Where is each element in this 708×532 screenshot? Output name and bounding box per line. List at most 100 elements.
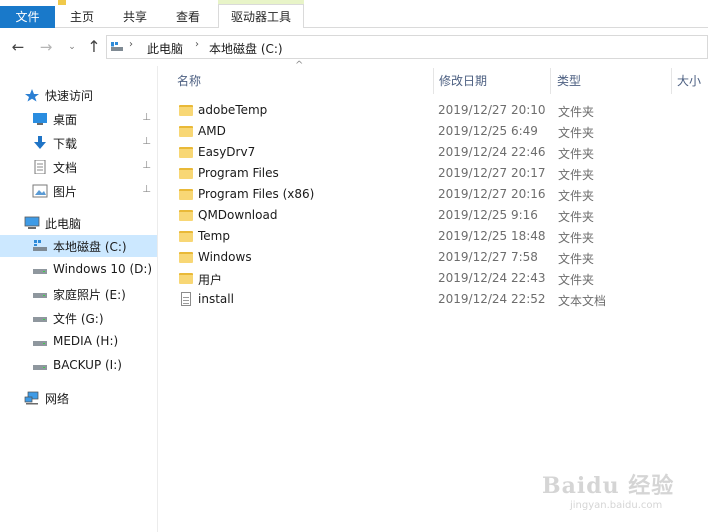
folder-icon <box>179 208 193 222</box>
file-row[interactable]: Temp 2019/12/25 18:48 文件夹 <box>175 226 708 247</box>
column-header-type[interactable]: 类型 <box>539 68 664 94</box>
sidebar-item-label: 图片 <box>53 185 78 199</box>
sidebar-item-label: MEDIA (H:) <box>53 334 119 348</box>
breadcrumb-separator[interactable]: › <box>129 39 133 50</box>
tab-drive-tools[interactable]: 驱动器工具 <box>218 4 304 28</box>
sidebar-item-pictures[interactable]: 图片 ⊥ <box>0 180 157 202</box>
tab-home[interactable]: 主页 <box>56 6 108 28</box>
sidebar-item-this-pc[interactable]: 此电脑 <box>0 212 157 234</box>
file-modified-date: 2019/12/25 9:16 <box>438 208 538 222</box>
file-modified-date: 2019/12/24 22:52 <box>438 292 546 306</box>
sidebar-item-drive-e[interactable]: 家庭照片 (E:) <box>0 283 157 305</box>
up-button[interactable]: ↑ <box>84 37 104 57</box>
drive-icon <box>33 365 47 370</box>
file-type: 文件夹 <box>558 273 595 287</box>
sidebar-item-label: 桌面 <box>53 113 78 127</box>
recent-locations-button[interactable]: ⌄ <box>62 37 82 57</box>
column-header-modified[interactable]: 修改日期 <box>421 68 551 94</box>
address-bar[interactable]: › 此电脑 › 本地磁盘 (C:) <box>106 35 708 59</box>
column-header-name[interactable]: 名称 <box>159 68 434 94</box>
breadcrumb-separator[interactable]: › <box>195 39 199 50</box>
pin-icon[interactable]: ⊥ <box>142 112 151 123</box>
sidebar-item-network[interactable]: 网络 <box>0 387 157 409</box>
pin-icon[interactable]: ⊥ <box>142 160 151 171</box>
sidebar-item-drive-h[interactable]: MEDIA (H:) <box>0 331 157 353</box>
file-name: adobeTemp <box>198 103 268 117</box>
file-name: 用户 <box>198 273 223 287</box>
sidebar-item-label: 网络 <box>45 392 70 406</box>
forward-button[interactable]: → <box>36 37 56 57</box>
sidebar-item-drive-i[interactable]: BACKUP (I:) <box>0 355 157 377</box>
file-modified-date: 2019/12/24 22:43 <box>438 271 546 285</box>
column-header-size[interactable]: 大小 <box>659 68 708 94</box>
file-row[interactable]: Windows 2019/12/27 7:58 文件夹 <box>175 247 708 268</box>
pin-icon[interactable]: ⊥ <box>142 184 151 195</box>
file-name: Program Files (x86) <box>198 187 315 201</box>
file-modified-date: 2019/12/27 7:58 <box>438 250 538 264</box>
file-name: Temp <box>198 229 230 243</box>
sidebar-item-label: 此电脑 <box>45 217 82 231</box>
network-icon <box>24 391 39 405</box>
sidebar-item-drive-g[interactable]: 文件 (G:) <box>0 307 157 329</box>
sidebar-item-label: BACKUP (I:) <box>53 358 122 372</box>
file-name: Program Files <box>198 166 279 180</box>
sidebar-item-label: 本地磁盘 (C:) <box>53 240 127 254</box>
tab-file[interactable]: 文件 <box>0 6 55 28</box>
sidebar-item-downloads[interactable]: 下载 ⊥ <box>0 132 157 154</box>
download-icon <box>34 136 46 149</box>
file-row[interactable]: Program Files (x86) 2019/12/27 20:16 文件夹 <box>175 184 708 205</box>
watermark-text: Baidu 经验 <box>542 473 675 499</box>
file-name: EasyDrv7 <box>198 145 256 159</box>
file-modified-date: 2019/12/25 18:48 <box>438 229 546 243</box>
folder-icon <box>179 103 193 117</box>
folder-app-icon <box>58 0 66 5</box>
folder-icon <box>179 250 193 264</box>
file-row[interactable]: install 2019/12/24 22:52 文本文档 <box>175 289 708 310</box>
file-row[interactable]: Program Files 2019/12/27 20:17 文件夹 <box>175 163 708 184</box>
file-name: Windows <box>198 250 252 264</box>
pictures-icon <box>32 184 48 198</box>
baidu-watermark: Baidu 经验 jingyan.baidu.com <box>540 462 700 520</box>
breadcrumb-this-pc[interactable]: 此电脑 <box>147 40 183 57</box>
file-type: 文件夹 <box>558 189 595 203</box>
sidebar-item-label: 文件 (G:) <box>53 312 104 326</box>
file-type: 文件夹 <box>558 252 595 266</box>
file-row[interactable]: AMD 2019/12/25 6:49 文件夹 <box>175 121 708 142</box>
file-row[interactable]: EasyDrv7 2019/12/24 22:46 文件夹 <box>175 142 708 163</box>
tab-share[interactable]: 共享 <box>110 6 160 28</box>
drive-icon <box>33 341 47 346</box>
file-type: 文件夹 <box>558 105 595 119</box>
sidebar-item-desktop[interactable]: 桌面 ⊥ <box>0 108 157 130</box>
drive-icon <box>33 293 47 298</box>
file-row[interactable]: adobeTemp 2019/12/27 20:10 文件夹 <box>175 100 708 121</box>
file-name: install <box>198 292 234 306</box>
tab-view[interactable]: 查看 <box>164 6 212 28</box>
breadcrumb-local-disk-c[interactable]: 本地磁盘 (C:) <box>209 40 283 57</box>
drive-icon <box>33 269 47 274</box>
file-name: QMDownload <box>198 208 278 222</box>
desktop-icon <box>33 113 47 125</box>
file-modified-date: 2019/12/25 6:49 <box>438 124 538 138</box>
folder-icon <box>179 229 193 243</box>
sidebar-item-drive-d[interactable]: Windows 10 (D:) <box>0 259 157 281</box>
pin-icon[interactable]: ⊥ <box>142 136 151 147</box>
star-icon <box>25 89 39 102</box>
file-type: 文件夹 <box>558 168 595 182</box>
sidebar-item-drive-c[interactable]: 本地磁盘 (C:) <box>0 235 157 257</box>
back-button[interactable]: ← <box>8 37 28 57</box>
file-row[interactable]: QMDownload 2019/12/25 9:16 文件夹 <box>175 205 708 226</box>
folder-icon <box>179 124 193 138</box>
navigation-bar: ← → ⌄ ↑ › 此电脑 › 本地磁盘 (C:) <box>0 29 708 65</box>
documents-icon <box>34 160 46 174</box>
file-row[interactable]: 用户 2019/12/24 22:43 文件夹 <box>175 268 708 289</box>
sidebar-item-documents[interactable]: 文档 ⊥ <box>0 156 157 178</box>
file-modified-date: 2019/12/27 20:10 <box>438 103 546 117</box>
watermark-url: jingyan.baidu.com <box>570 500 663 511</box>
sidebar-item-quick-access[interactable]: 快速访问 <box>0 84 157 106</box>
folder-icon <box>179 166 193 180</box>
file-modified-date: 2019/12/24 22:46 <box>438 145 546 159</box>
sidebar-item-label: 文档 <box>53 161 78 175</box>
drive-icon <box>111 42 123 51</box>
folder-icon <box>179 271 193 285</box>
system-drive-icon <box>33 240 47 251</box>
